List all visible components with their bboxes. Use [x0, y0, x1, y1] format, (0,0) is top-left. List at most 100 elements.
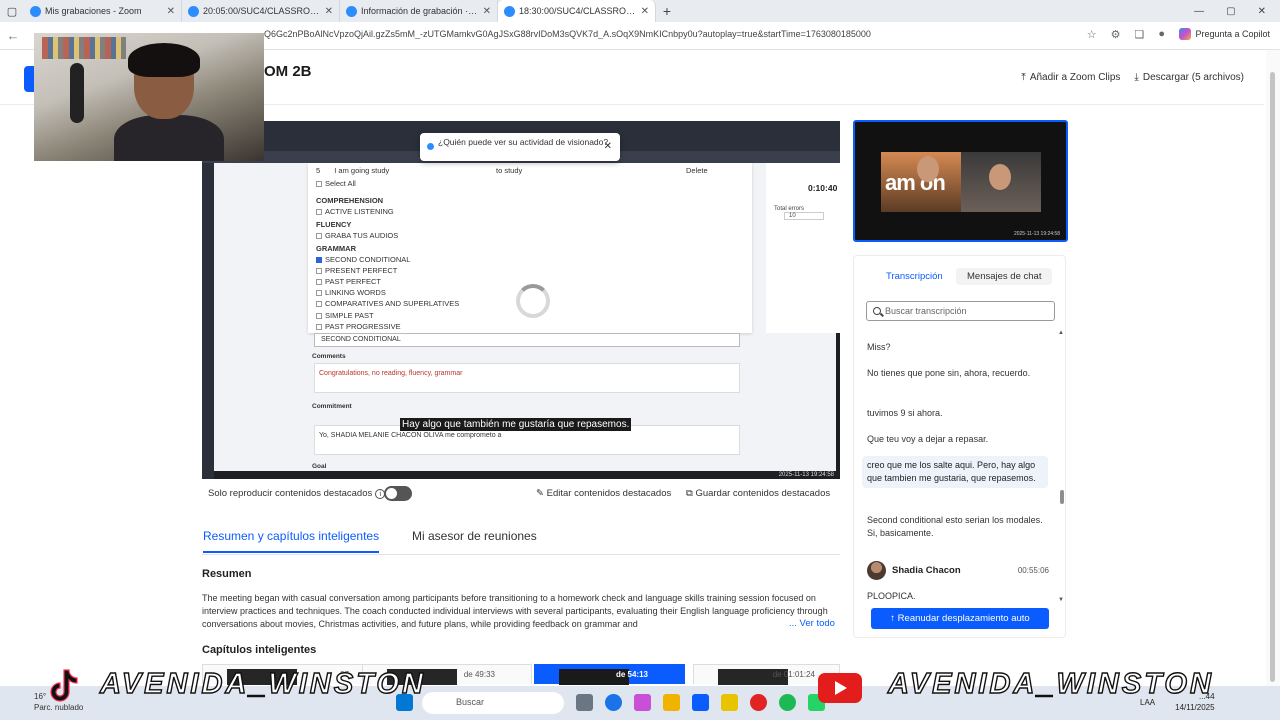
file-explorer-icon[interactable]	[663, 694, 680, 711]
profile-icon[interactable]: ●	[1158, 28, 1165, 41]
save-highlights-label: Guardar contenidos destacados	[695, 488, 831, 499]
checkbox	[316, 290, 322, 297]
section-header: GRAMMAR	[316, 244, 356, 253]
tab-smart-summary[interactable]: Resumen y capítulos inteligentes	[203, 529, 380, 553]
streamer-webcam-overlay	[34, 33, 264, 161]
pencil-icon: ✎	[536, 488, 547, 499]
checklist-label: ACTIVE LISTENING	[325, 207, 394, 216]
summary-tabs: Resumen y capítulos inteligentes Mi ases…	[202, 527, 840, 555]
taskbar-apps	[576, 694, 825, 711]
new-tab-button[interactable]: +	[656, 3, 678, 19]
maximize-icon[interactable]: ▢	[1226, 6, 1235, 17]
speaker-timestamp[interactable]: 00:55:06	[1018, 566, 1049, 575]
tab-transcript[interactable]: Transcripción	[875, 268, 954, 285]
checklist-label: PAST PROGRESSIVE	[325, 322, 401, 331]
scrollbar-thumb[interactable]	[1060, 490, 1064, 504]
avatar	[867, 561, 886, 580]
copilot-app-icon[interactable]	[634, 694, 651, 711]
page-scrollbar[interactable]	[1266, 50, 1280, 686]
browser-tab-2[interactable]: 20:05:00/SUC4/CLASSROOM ✕	[182, 0, 340, 22]
checklist-label: PAST PERFECT	[325, 277, 381, 286]
task-view-icon[interactable]	[576, 694, 593, 711]
transcript-line: PLOOPICA.	[867, 591, 916, 601]
header-actions: ⤒ Añadir a Zoom Clips ⤓ Descargar (5 archi…	[1021, 72, 1244, 83]
browser-menu-icon[interactable]: ▢	[0, 0, 24, 22]
notes-icon[interactable]	[721, 694, 738, 711]
speaker-gallery-video[interactable]: am on 2025-11-13 19:24:58	[853, 120, 1068, 242]
address-bar-icons: ☆ ⚙ ❏ ● ⋯	[1087, 28, 1190, 41]
see-all-link[interactable]: ... Ver todo	[789, 618, 835, 629]
url-field[interactable]: Q6Gc2nPBoAlNcVpzoQjAil.gzZs5mM_-zUTGMamk…	[264, 29, 1044, 39]
browser-tab-4[interactable]: 18:30:00/SUC4/CLASSROOM ✕	[498, 0, 656, 22]
minimize-icon[interactable]: —	[1194, 6, 1204, 17]
transcript-search-input[interactable]: Buscar transcripción	[866, 301, 1055, 321]
favorite-star-icon[interactable]: ☆	[1087, 28, 1097, 41]
comments-box: Congratulations, no reading, fluency, gr…	[314, 363, 740, 393]
summary-text: The meeting began with casual conversati…	[202, 593, 828, 629]
participant-face	[989, 164, 1011, 190]
panel-tabs: Transcripción Mensajes de chat	[864, 268, 1056, 286]
error-number: 5	[316, 166, 321, 175]
close-popup-icon[interactable]: ✕	[604, 141, 612, 152]
checkbox	[316, 279, 322, 286]
close-tab-icon[interactable]: ✕	[641, 6, 649, 17]
copilot-button[interactable]: Pregunta a Copilot	[1179, 28, 1270, 40]
checkbox	[316, 268, 322, 275]
browser-tab-3[interactable]: Información de grabación · Zoom ✕	[340, 0, 498, 22]
back-arrow-icon[interactable]: ←	[0, 28, 26, 43]
opera-icon[interactable]	[750, 694, 767, 711]
transcript-line: No tienes que pone sin, ahora, recuerdo.	[867, 368, 1031, 378]
close-tab-icon[interactable]: ✕	[167, 6, 175, 17]
browser-tab-1[interactable]: Mis grabaciones - Zoom ✕	[24, 0, 182, 22]
search-icon	[873, 307, 881, 315]
checklist-label: SIMPLE PAST	[325, 311, 374, 320]
zoom-app-icon[interactable]	[692, 694, 709, 711]
shared-screen-sidebar	[202, 163, 214, 479]
scrollbar-thumb[interactable]	[1270, 72, 1275, 682]
checklist-item: COMPARATIVES AND SUPERLATIVES	[316, 299, 459, 308]
spotify-icon[interactable]	[779, 694, 796, 711]
transcript-line: tuvimos 9 si ahora.	[867, 408, 943, 418]
chapter-card-selected[interactable]: de 54:13	[534, 664, 685, 685]
scroll-down-icon[interactable]: ▼	[1058, 597, 1064, 603]
close-tab-icon[interactable]: ✕	[483, 6, 491, 17]
speaker-name: Shadia Chacon	[892, 565, 961, 576]
transcript-line: Second conditional esto serian los modal…	[867, 515, 1043, 538]
loading-spinner-icon	[516, 284, 550, 318]
weather-desc: Parc. nublado	[34, 703, 84, 712]
only-highlights-toggle[interactable]	[384, 486, 412, 501]
edge-icon[interactable]	[605, 694, 622, 711]
checklist-item: SECOND CONDITIONAL	[316, 255, 410, 264]
close-tab-icon[interactable]: ✕	[325, 6, 333, 17]
chapters-title: Capítulos inteligentes	[202, 644, 317, 656]
session-timer: 0:10:40	[808, 183, 838, 193]
checklist-item: PAST PROGRESSIVE	[316, 322, 401, 331]
resume-autoscroll-button[interactable]: ↑ Reanudar desplazamiento auto	[871, 608, 1049, 629]
tab-meeting-coach[interactable]: Mi asesor de reuniones	[412, 529, 537, 551]
checklist-label: COMPARATIVES AND SUPERLATIVES	[325, 299, 460, 308]
closed-caption: Hay algo que también me gustaría que rep…	[400, 418, 632, 431]
extensions-icon[interactable]: ⚙	[1111, 28, 1121, 41]
chapter-duration: de 49:33	[463, 670, 495, 679]
collections-icon[interactable]: ❏	[1134, 28, 1144, 41]
save-highlights-button[interactable]: ⧉ Guardar contenidos destacados	[686, 488, 830, 499]
recording-player[interactable]: 5 I am going study to study Delete Selec…	[202, 121, 840, 479]
tab-title: Información de grabación · Zoom	[361, 6, 479, 16]
transcript-scrollbar[interactable]	[1060, 334, 1064, 604]
tab-chat-messages[interactable]: Mensajes de chat	[956, 268, 1053, 285]
privacy-popup[interactable]: ¿Quién puede ver su actividad de visiona…	[420, 133, 620, 161]
taskbar-search[interactable]: Buscar	[422, 692, 564, 714]
checklist-item: LINKING WORDS	[316, 288, 386, 297]
add-to-clips-button[interactable]: ⤒ Añadir a Zoom Clips	[1021, 72, 1120, 83]
tab-title: 18:30:00/SUC4/CLASSROOM	[519, 6, 637, 16]
checkbox	[316, 233, 322, 240]
transcript-line-active: creo que me los salte aqui. Pero, hay al…	[862, 456, 1048, 488]
arrow-up-icon: ↑	[890, 613, 898, 624]
only-highlights-text: Solo reproducir contenidos destacados	[208, 488, 373, 499]
tab-title: Mis grabaciones - Zoom	[45, 6, 142, 16]
add-to-clips-label: Añadir a Zoom Clips	[1029, 72, 1121, 83]
edit-highlights-button[interactable]: ✎ Editar contenidos destacados	[536, 488, 671, 499]
download-button[interactable]: ⤓ Descargar (5 archivos)	[1134, 72, 1244, 83]
close-window-icon[interactable]: ✕	[1258, 6, 1266, 17]
commitment-label: Commitment	[312, 403, 352, 410]
